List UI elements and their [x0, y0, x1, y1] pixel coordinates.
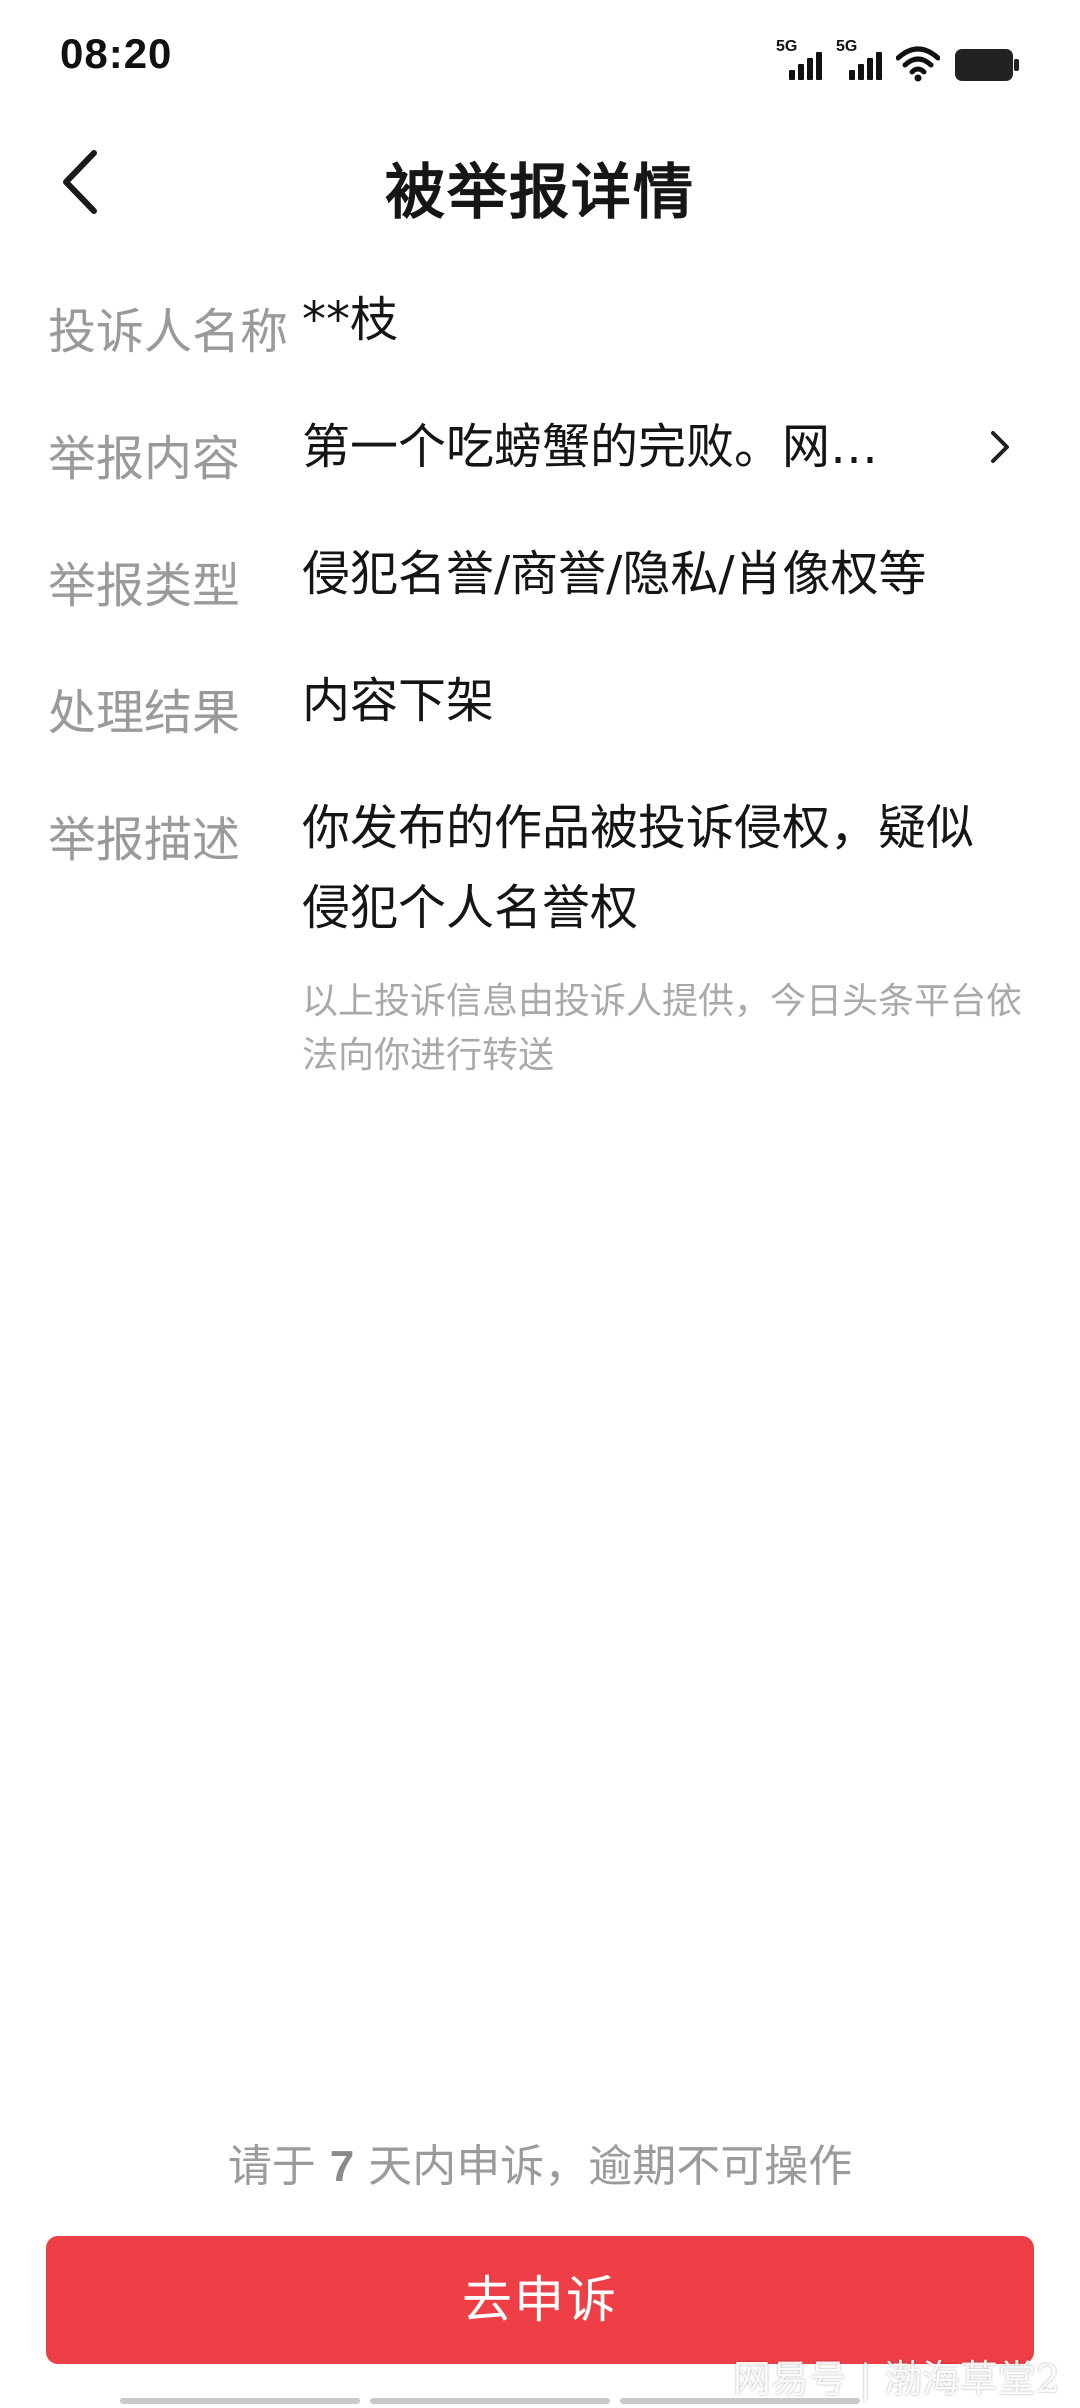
- appeal-button[interactable]: 去申诉: [46, 2236, 1034, 2364]
- status-time: 08:20: [60, 30, 173, 77]
- row-label: 投诉人名称: [48, 304, 289, 360]
- deadline-prefix: 请于: [227, 2141, 330, 2192]
- row-value: 侵犯名誉/商誉/隐私/肖像权等: [302, 546, 927, 602]
- page-title: 被举报详情: [385, 158, 695, 228]
- row-label: 处理结果: [48, 685, 241, 741]
- status-bar: 08:20 5G 5G: [0, 0, 1080, 120]
- watermark: 网易号 | 渤海草堂2: [732, 2357, 1060, 2401]
- appeal-deadline-text: 请于 7 天内申诉，逾期不可操作: [0, 2130, 1080, 2194]
- row-label: 举报内容: [48, 431, 241, 487]
- nav-bar: 被举报详情: [0, 120, 1080, 250]
- deadline-days: 7: [329, 2142, 355, 2191]
- row-label: 举报类型: [48, 558, 241, 614]
- row-value: 内容下架: [302, 673, 495, 729]
- home-indicator: [120, 2398, 860, 2404]
- wifi-icon: [896, 46, 940, 82]
- row-value: 第一个吃螃蟹的完败。网…: [302, 419, 879, 475]
- battery-icon: [954, 48, 1020, 82]
- row-label: 举报描述: [48, 812, 241, 868]
- status-icons: 5G 5G: [776, 38, 1020, 82]
- disclaimer-note: 以上投诉信息由投诉人提供，今日头条平台依法向你进行转送: [302, 981, 1023, 1076]
- signal-5g-icon: 5G: [836, 38, 882, 82]
- signal-5g-icon: 5G: [776, 38, 822, 82]
- row-report-content[interactable]: 举报内容 第一个吃螃蟹的完败。网…: [0, 407, 1080, 487]
- row-value: 你发布的作品被投诉侵权，疑似侵犯个人名誉权: [302, 800, 975, 936]
- deadline-suffix: 天内申诉，逾期不可操作: [354, 2141, 853, 2192]
- chevron-right-icon: [991, 431, 1009, 463]
- row-value: **枝: [302, 292, 399, 348]
